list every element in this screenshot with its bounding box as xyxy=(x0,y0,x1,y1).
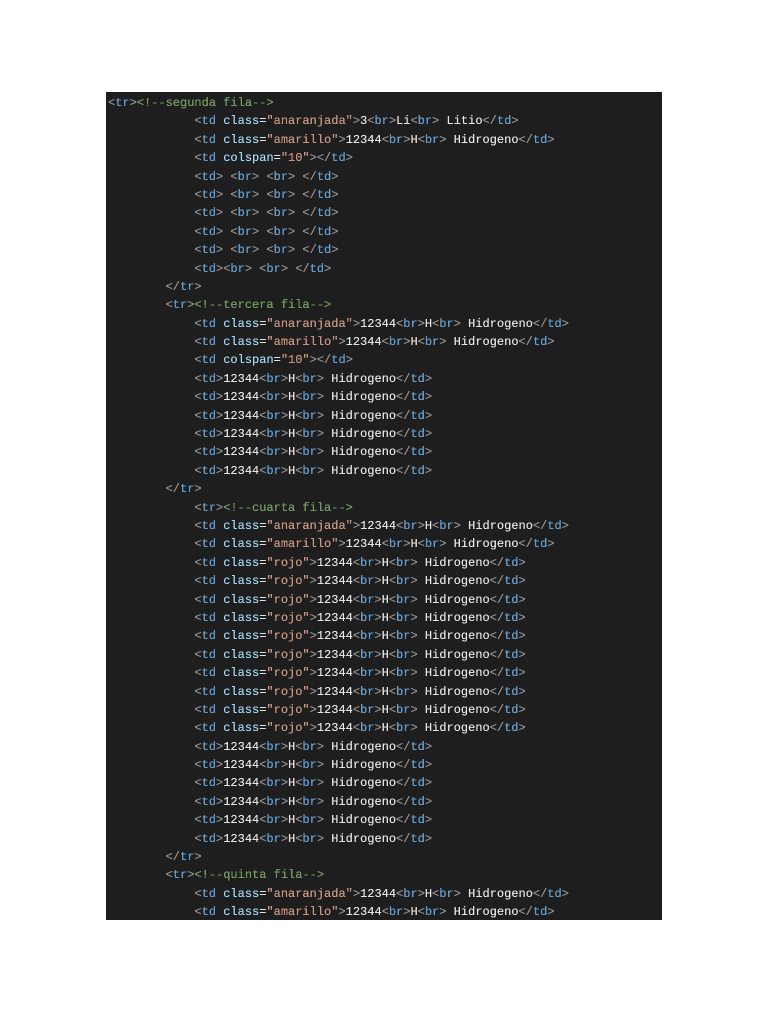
code-line: <td> <br> <br> </td> <td> <br> <br> </td… xyxy=(106,204,662,222)
code-line: <td>12344<br>H<br> Hidrogeno</td> <td>12… xyxy=(106,738,662,756)
code-line-text: <td>12344<br>H<br> Hidrogeno</td> xyxy=(108,794,433,809)
code-line-text: <td> <br> <br> </td> xyxy=(108,224,339,239)
code-line-text: <td colspan="10"></td> xyxy=(108,353,353,368)
code-line: <tr><!--tercera fila--> <tr><!--tercera … xyxy=(106,296,662,314)
code-line-text: <tr><!--quinta fila--> xyxy=(108,868,325,883)
code-line-text: <td> <br> <br> </td> xyxy=(108,206,339,221)
code-line-text: <tr><!--tercera fila--> xyxy=(108,298,332,313)
code-line: <td>12344<br>H<br> Hidrogeno</td> <td>12… xyxy=(106,388,662,406)
code-line: <td class="rojo">12344<br>H<br> Hidrogen… xyxy=(106,572,662,590)
code-line: <td class="rojo">12344<br>H<br> Hidrogen… xyxy=(106,701,662,719)
code-line: <td>12344<br>H<br> Hidrogeno</td> <td>12… xyxy=(106,425,662,443)
code-line-text: <td>12344<br>H<br> Hidrogeno</td> xyxy=(108,371,433,386)
code-line: <td> <br> <br> </td> <td> <br> <br> </td… xyxy=(106,186,662,204)
code-line: <tr><!--cuarta fila--> <tr><!--cuarta fi… xyxy=(106,499,662,517)
code-line: <td class="rojo">12344<br>H<br> Hidrogen… xyxy=(106,609,662,627)
code-line-text: <td class="rojo">12344<br>H<br> Hidrogen… xyxy=(108,702,526,717)
code-line-text: <td colspan="10"></td> xyxy=(108,151,353,166)
code-line: <td class="amarillo">12344<br>H<br> Hidr… xyxy=(106,903,662,920)
code-line-text: <td class="rojo">12344<br>H<br> Hidrogen… xyxy=(108,610,526,625)
code-line: <td class="anaranjada">3<br>Li<br> Litio… xyxy=(106,112,662,130)
code-line: <td>12344<br>H<br> Hidrogeno</td> <td>12… xyxy=(106,407,662,425)
code-line: <td class="rojo">12344<br>H<br> Hidrogen… xyxy=(106,719,662,737)
code-line-text: <td class="rojo">12344<br>H<br> Hidrogen… xyxy=(108,592,526,607)
code-line: <td class="rojo">12344<br>H<br> Hidrogen… xyxy=(106,591,662,609)
code-line: <td colspan="10"></td> <td colspan="10">… xyxy=(106,149,662,167)
code-screenshot: <tr><!--segunda fila--> <tr><!--segunda f… xyxy=(106,92,662,920)
code-line: </tr> </tr> xyxy=(106,480,662,498)
code-line-text: <td>12344<br>H<br> Hidrogeno</td> xyxy=(108,427,433,442)
code-line-text: <tr><!--cuarta fila--> xyxy=(108,500,353,515)
code-line: <td>12344<br>H<br> Hidrogeno</td> <td>12… xyxy=(106,756,662,774)
code-line-text: <td class="rojo">12344<br>H<br> Hidrogen… xyxy=(108,629,526,644)
code-line-text: <td>12344<br>H<br> Hidrogeno</td> xyxy=(108,776,433,791)
code-line: <td>12344<br>H<br> Hidrogeno</td> <td>12… xyxy=(106,370,662,388)
code-line-text: <td class="anaranjada">3<br>Li<br> Litio… xyxy=(108,114,519,129)
code-line: <td>12344<br>H<br> Hidrogeno</td> <td>12… xyxy=(106,811,662,829)
code-line-text: <td class="rojo">12344<br>H<br> Hidrogen… xyxy=(108,666,526,681)
code-line: <td>12344<br>H<br> Hidrogeno</td> <td>12… xyxy=(106,443,662,461)
code-line: <td class="rojo">12344<br>H<br> Hidrogen… xyxy=(106,627,662,645)
code-line: <td class="rojo">12344<br>H<br> Hidrogen… xyxy=(106,554,662,572)
code-line-text: <td class="rojo">12344<br>H<br> Hidrogen… xyxy=(108,684,526,699)
code-line-text: <td><br> <br> </td> xyxy=(108,261,332,276)
code-line: <tr><!--segunda fila--> <tr><!--segunda f… xyxy=(106,94,662,112)
code-line: <td class="amarillo">12344<br>H<br> Hidr… xyxy=(106,535,662,553)
code-line: <td class="rojo">12344<br>H<br> Hidrogen… xyxy=(106,646,662,664)
code-line: <td class="amarillo">12344<br>H<br> Hidr… xyxy=(106,131,662,149)
code-line: </tr> </tr> xyxy=(106,848,662,866)
code-line-text: <td class="anaranjada">12344<br>H<br> Hi… xyxy=(108,886,569,901)
code-line: <td class="anaranjada">12344<br>H<br> Hi… xyxy=(106,517,662,535)
code-line: <td><br> <br> </td> <td><br> <br> </td> xyxy=(106,260,662,278)
code-line-text: <td> <br> <br> </td> xyxy=(108,169,339,184)
code-line-text: <td>12344<br>H<br> Hidrogeno</td> xyxy=(108,813,433,828)
code-line: <td class="amarillo">12344<br>H<br> Hidr… xyxy=(106,333,662,351)
code-line: <td class="anaranjada">12344<br>H<br> Hi… xyxy=(106,315,662,333)
code-line-text: <td>12344<br>H<br> Hidrogeno</td> xyxy=(108,463,433,478)
code-line: <td> <br> <br> </td> <td> <br> <br> </td… xyxy=(106,223,662,241)
code-line-text: <td class="amarillo">12344<br>H<br> Hidr… xyxy=(108,537,555,552)
code-line-text: <td class="anaranjada">12344<br>H<br> Hi… xyxy=(108,518,569,533)
code-line: <td class="rojo">12344<br>H<br> Hidrogen… xyxy=(106,664,662,682)
code-line: <td> <br> <br> </td> <td> <br> <br> </td… xyxy=(106,168,662,186)
code-line-text: <td class="rojo">12344<br>H<br> Hidrogen… xyxy=(108,647,526,662)
code-line: <td>12344<br>H<br> Hidrogeno</td> <td>12… xyxy=(106,830,662,848)
code-line-text: <td class="rojo">12344<br>H<br> Hidrogen… xyxy=(108,721,526,736)
code-line-text: <td>12344<br>H<br> Hidrogeno</td> xyxy=(108,758,433,773)
code-line: <td class="rojo">12344<br>H<br> Hidrogen… xyxy=(106,683,662,701)
code-line-text: <td>12344<br>H<br> Hidrogeno</td> xyxy=(108,390,433,405)
code-line: <td class="anaranjada">12344<br>H<br> Hi… xyxy=(106,885,662,903)
code-line-text: <td>12344<br>H<br> Hidrogeno</td> xyxy=(108,408,433,423)
code-line: <td>12344<br>H<br> Hidrogeno</td> <td>12… xyxy=(106,793,662,811)
code-line: <td>12344<br>H<br> Hidrogeno</td> <td>12… xyxy=(106,462,662,480)
code-line: </tr> </tr> xyxy=(106,278,662,296)
code-line-text: <td class="rojo">12344<br>H<br> Hidrogen… xyxy=(108,574,526,589)
code-line-text: </tr> xyxy=(108,482,202,497)
code-line-text: <td class="anaranjada">12344<br>H<br> Hi… xyxy=(108,316,569,331)
code-line-text: <td>12344<br>H<br> Hidrogeno</td> xyxy=(108,739,433,754)
code-line-text: <td class="amarillo">12344<br>H<br> Hidr… xyxy=(108,132,555,147)
code-line-text: </tr> xyxy=(108,850,202,865)
code-line-text: <td class="amarillo">12344<br>H<br> Hidr… xyxy=(108,905,555,920)
code-line-text: <td class="amarillo">12344<br>H<br> Hidr… xyxy=(108,335,555,350)
code-line-text: <tr><!--segunda fila--> xyxy=(108,96,274,110)
code-line-text: <td>12344<br>H<br> Hidrogeno</td> xyxy=(108,445,433,460)
code-line-text: <td> <br> <br> </td> xyxy=(108,187,339,202)
code-line: <td>12344<br>H<br> Hidrogeno</td> <td>12… xyxy=(106,774,662,792)
code-line: <tr><!--quinta fila--> <tr><!--quinta fi… xyxy=(106,866,662,884)
code-line-text: </tr> xyxy=(108,279,202,294)
code-line-text: <td> <br> <br> </td> xyxy=(108,243,339,258)
code-line-text: <td>12344<br>H<br> Hidrogeno</td> xyxy=(108,831,433,846)
code-line: <td colspan="10"></td> <td colspan="10">… xyxy=(106,351,662,369)
code-line: <td> <br> <br> </td> <td> <br> <br> </td… xyxy=(106,241,662,259)
code-line-text: <td class="rojo">12344<br>H<br> Hidrogen… xyxy=(108,555,526,570)
